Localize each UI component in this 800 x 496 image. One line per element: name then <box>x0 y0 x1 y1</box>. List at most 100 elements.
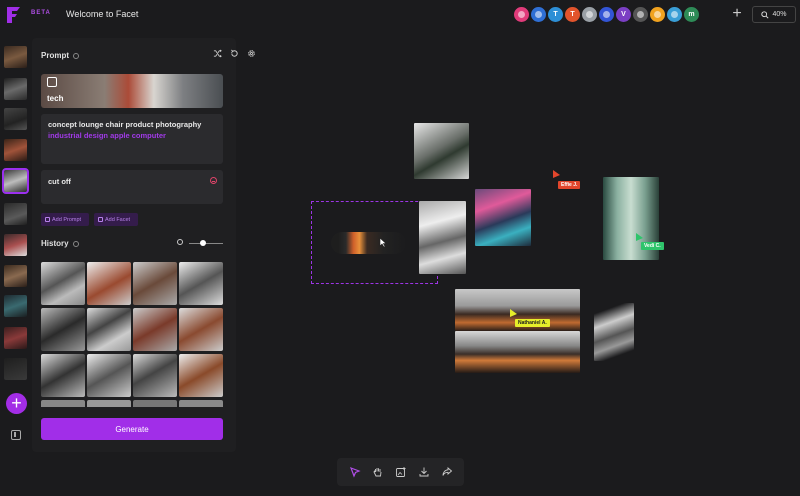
project-thumbnail[interactable] <box>4 358 27 380</box>
style-facet-label: tech <box>47 94 64 103</box>
magnifier-icon <box>177 239 183 245</box>
collaborator-cursor-label: Vedi C. <box>641 242 664 250</box>
history-image[interactable] <box>133 308 177 351</box>
add-facet-button[interactable]: Add Facet <box>94 213 138 226</box>
history-image[interactable] <box>41 400 85 407</box>
project-thumbnail[interactable] <box>4 78 27 100</box>
remove-negative-icon[interactable] <box>210 177 217 184</box>
collaborator-avatar[interactable] <box>650 7 665 22</box>
left-panel: Prompt tech concept lounge chair product… <box>32 38 255 452</box>
collaborator-cursor-label: Nathaniel A. <box>515 319 550 327</box>
negative-prompt-input[interactable]: cut off <box>41 170 223 204</box>
history-image[interactable] <box>41 308 85 351</box>
avatar-pattern-icon <box>603 11 610 18</box>
prompt-input[interactable]: concept lounge chair product photography… <box>41 114 223 164</box>
history-size-slider[interactable] <box>177 239 223 247</box>
settings-gear-icon[interactable] <box>247 49 256 58</box>
history-image[interactable] <box>41 262 85 305</box>
collaborator-cursor-icon <box>553 170 560 178</box>
history-image[interactable] <box>133 400 177 407</box>
style-facet-card[interactable]: tech <box>41 74 223 108</box>
facet-logo-icon[interactable] <box>6 6 22 24</box>
collaborator-avatar[interactable]: m <box>684 7 699 22</box>
canvas-image-modern-house-dusk[interactable] <box>455 331 580 373</box>
collaborator-avatar[interactable]: T <box>565 7 580 22</box>
project-thumbnail[interactable] <box>4 234 27 256</box>
prompt-actions <box>213 49 256 58</box>
history-image[interactable] <box>133 262 177 305</box>
collaborator-avatar[interactable]: T <box>548 7 563 22</box>
collaborator-avatar[interactable] <box>582 7 597 22</box>
toggle-panel-icon[interactable] <box>11 430 21 440</box>
prompt-section-title: Prompt <box>41 51 79 60</box>
avatar-photo-icon <box>637 11 644 18</box>
project-thumbnail[interactable] <box>4 265 27 287</box>
facet-icon <box>47 77 57 87</box>
project-thumbnail[interactable] <box>4 139 27 161</box>
history-section-title: History <box>41 239 79 248</box>
pointer-cursor-icon <box>379 237 387 248</box>
invite-plus-icon[interactable]: + <box>729 6 745 22</box>
history-image[interactable] <box>41 354 85 397</box>
add-prompt-icon <box>45 217 50 222</box>
collaborator-cursor-label: Effie J. <box>558 181 581 189</box>
canvas-toolbar <box>337 458 464 486</box>
history-image[interactable] <box>179 262 223 305</box>
history-image[interactable] <box>87 354 131 397</box>
avatar-pink-icon <box>518 11 525 18</box>
download-icon[interactable] <box>418 466 430 478</box>
project-thumbnail[interactable] <box>4 327 27 349</box>
canvas-image-lit-window[interactable] <box>331 232 406 254</box>
avatar-cartoon-icon <box>535 11 542 18</box>
info-icon[interactable] <box>73 52 79 59</box>
negative-prompt-text: cut off <box>48 177 71 186</box>
collaborator-avatar[interactable] <box>514 7 529 22</box>
project-thumbnail[interactable] <box>4 108 27 130</box>
select-arrow-icon[interactable] <box>349 466 361 478</box>
zoom-control[interactable]: 40% <box>752 6 796 23</box>
collaborator-cursor-icon <box>510 309 517 317</box>
history-image[interactable] <box>179 400 223 407</box>
document-title[interactable]: Welcome to Facet <box>66 9 138 19</box>
history-image[interactable] <box>87 308 131 351</box>
generate-button[interactable]: Generate <box>41 418 223 440</box>
project-thumbnail-active[interactable] <box>2 168 29 194</box>
collaborator-avatar[interactable] <box>599 7 614 22</box>
slider-handle[interactable] <box>200 240 206 246</box>
prompt-highlight-text: industrial design apple computer <box>48 130 166 140</box>
history-image[interactable] <box>179 354 223 397</box>
collaborator-cursor-icon <box>636 233 643 241</box>
canvas-image-retro-computer[interactable] <box>414 123 469 179</box>
add-prompt-button[interactable]: Add Prompt <box>41 213 89 226</box>
collaborator-avatar[interactable] <box>633 7 648 22</box>
history-image[interactable] <box>179 308 223 351</box>
new-project-button[interactable]: + <box>6 393 27 414</box>
canvas-image-computer-chair[interactable] <box>419 201 466 274</box>
history-image[interactable] <box>87 262 131 305</box>
canvas-image-lounge-chair[interactable] <box>594 303 634 361</box>
avatar-photo-icon <box>586 11 593 18</box>
avatar-cartoon-icon <box>654 11 661 18</box>
history-image[interactable] <box>87 400 131 407</box>
info-icon[interactable] <box>72 240 79 247</box>
beta-badge: BETA <box>31 10 51 16</box>
project-thumbnail[interactable] <box>4 46 27 68</box>
canvas-image-neon-city[interactable] <box>475 189 531 246</box>
history-grid <box>41 262 224 407</box>
shuffle-icon[interactable] <box>213 49 222 58</box>
project-thumbnail[interactable] <box>4 295 27 317</box>
collaborator-avatars: TT Vm <box>514 7 699 22</box>
collaborator-avatar[interactable]: V <box>616 7 631 22</box>
collaborator-avatar[interactable] <box>667 7 682 22</box>
collaborator-avatar[interactable] <box>531 7 546 22</box>
prompt-text: concept lounge chair product photography <box>48 120 202 129</box>
reset-icon[interactable] <box>230 49 239 58</box>
history-image[interactable] <box>133 354 177 397</box>
share-icon[interactable] <box>441 466 453 478</box>
add-facet-icon <box>98 217 103 222</box>
project-thumbnail[interactable] <box>4 203 27 225</box>
hand-pan-icon[interactable] <box>372 466 384 478</box>
add-image-icon[interactable] <box>395 466 407 478</box>
avatar-photo-icon <box>671 11 678 18</box>
magnifier-icon <box>761 10 770 19</box>
